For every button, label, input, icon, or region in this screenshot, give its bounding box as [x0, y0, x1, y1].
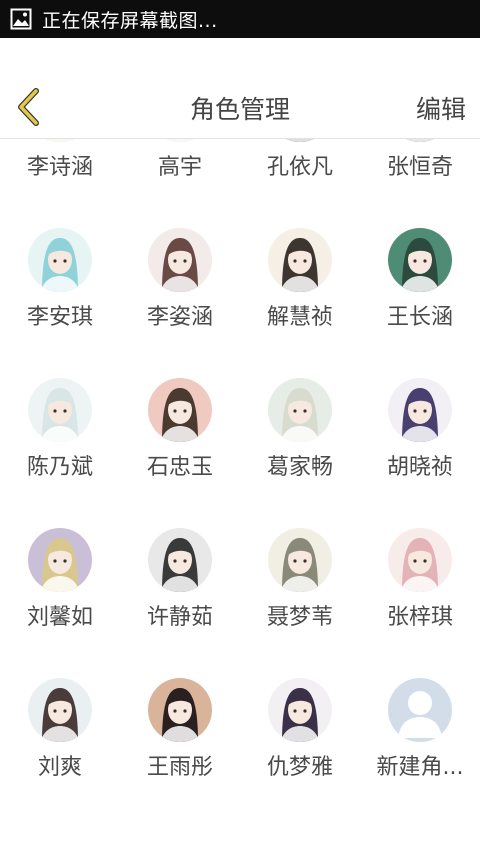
avatar [268, 528, 332, 592]
role-item[interactable]: 聂梦苇 [240, 528, 360, 678]
image-icon [10, 7, 34, 31]
avatar [28, 678, 92, 742]
role-item[interactable]: 仇梦雅 [240, 678, 360, 828]
role-name: 陈乃斌 [26, 455, 93, 480]
role-grid: 李诗涵 高宇 孔依凡 张恒奇李安琪 李姿涵 解慧祯 王长涵陈乃斌 石忠玉 葛家畅 胡晓祯刘馨如 许静… [0, 139, 480, 854]
role-name: 聂梦苇 [266, 605, 333, 630]
role-name: 胡晓祯 [386, 455, 453, 480]
role-name: 葛家畅 [266, 455, 333, 480]
app-bar: 角色管理 编辑 [0, 38, 480, 139]
role-name: 张梓琪 [386, 605, 453, 630]
avatar [148, 228, 212, 292]
role-name: 张恒奇 [386, 155, 453, 180]
avatar [148, 139, 212, 142]
role-name: 李诗涵 [26, 155, 93, 180]
role-name: 解慧祯 [266, 305, 333, 330]
role-item[interactable]: 刘馨如 [0, 528, 120, 678]
role-item[interactable]: 石忠玉 [120, 378, 240, 528]
role-item[interactable]: 刘爽 [0, 678, 120, 828]
avatar [28, 528, 92, 592]
avatar [388, 378, 452, 442]
role-item[interactable]: 葛家畅 [240, 378, 360, 528]
role-name: 王长涵 [386, 305, 453, 330]
default-avatar-icon [388, 678, 452, 742]
role-item[interactable]: 许静茹 [120, 528, 240, 678]
avatar [268, 378, 332, 442]
page-title: 角色管理 [189, 95, 290, 124]
role-name: 李姿涵 [146, 305, 213, 330]
role-item[interactable]: 李安琪 [0, 228, 120, 378]
role-item[interactable]: 新建角... [360, 678, 480, 828]
role-item[interactable]: 张梓琪 [360, 528, 480, 678]
avatar [148, 378, 212, 442]
avatar [388, 528, 452, 592]
role-name: 李安琪 [26, 305, 93, 330]
avatar [28, 228, 92, 292]
role-name: 仇梦雅 [266, 755, 333, 780]
status-bar: 正在保存屏幕截图... [0, 0, 480, 38]
role-item[interactable]: 陈乃斌 [0, 378, 120, 528]
avatar [268, 228, 332, 292]
role-name: 石忠玉 [146, 455, 213, 480]
role-item[interactable]: 张恒奇 [360, 139, 480, 228]
role-item[interactable]: 高宇 [120, 139, 240, 228]
role-item[interactable]: 王雨彤 [120, 678, 240, 828]
avatar [148, 678, 212, 742]
status-text: 正在保存屏幕截图... [42, 9, 218, 32]
role-item[interactable]: 胡晓祯 [360, 378, 480, 528]
role-item[interactable]: 李诗涵 [0, 139, 120, 228]
avatar [268, 139, 332, 142]
edit-button[interactable]: 编辑 [416, 90, 466, 126]
role-name: 孔依凡 [266, 155, 333, 180]
avatar [28, 378, 92, 442]
role-item[interactable]: 解慧祯 [240, 228, 360, 378]
role-name: 刘爽 [37, 755, 82, 780]
avatar [388, 228, 452, 292]
role-item[interactable]: 王长涵 [360, 228, 480, 378]
role-name: 王雨彤 [146, 755, 213, 780]
role-name: 刘馨如 [26, 605, 93, 630]
avatar [148, 528, 212, 592]
role-name: 许静茹 [146, 605, 213, 630]
role-item[interactable]: 李姿涵 [120, 228, 240, 378]
avatar [268, 678, 332, 742]
role-name: 高宇 [157, 155, 202, 180]
role-name: 新建角... [376, 755, 464, 780]
avatar [388, 139, 452, 142]
role-item[interactable]: 孔依凡 [240, 139, 360, 228]
avatar [28, 139, 92, 142]
